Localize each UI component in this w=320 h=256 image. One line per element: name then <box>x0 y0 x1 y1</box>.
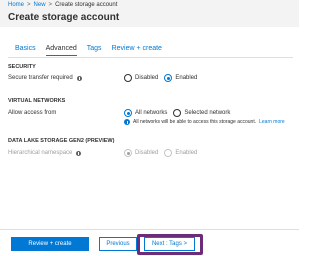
hierarchical-namespace-radio-group: Disabled Enabled <box>124 149 197 157</box>
note-text: All networks will be able to access this… <box>133 119 257 125</box>
secure-transfer-radio-group: Disabled Enabled <box>124 74 197 82</box>
radio-circle-icon <box>124 74 132 82</box>
hierarchical-namespace-label: Hierarchical namespace <box>8 150 82 156</box>
radio-label: Disabled <box>135 150 159 156</box>
secure-transfer-disabled-radio[interactable]: Disabled <box>124 74 158 82</box>
tab-tags[interactable]: Tags <box>87 45 102 56</box>
allow-access-radio-group: All networks Selected network <box>124 109 230 117</box>
tabs-divider <box>8 57 293 58</box>
hierarchical-namespace-label-text: Hierarchical namespace <box>8 150 73 156</box>
radio-selected-icon <box>164 74 173 82</box>
radio-label: Disabled <box>135 75 159 81</box>
radio-label: Enabled <box>175 75 198 81</box>
review-create-button[interactable]: Review + create <box>11 237 89 251</box>
breadcrumb-home-link[interactable]: Home <box>8 2 24 8</box>
info-icon <box>124 119 130 125</box>
breadcrumb-separator: > <box>48 2 53 8</box>
radio-circle-icon <box>164 149 173 157</box>
info-icon[interactable] <box>76 150 82 156</box>
allow-access-label: Allow access from <box>8 110 56 116</box>
secure-transfer-label: Secure transfer required <box>8 75 82 81</box>
breadcrumb-new-link[interactable]: New <box>34 2 46 8</box>
radio-label: Selected network <box>184 110 231 116</box>
info-icon[interactable] <box>76 75 82 81</box>
page-header: Home > New > Create storage account Crea… <box>0 0 299 27</box>
page-title: Create storage account <box>8 12 120 23</box>
tab-review-create[interactable]: Review + create <box>112 45 162 56</box>
learn-more-link[interactable]: Learn more <box>259 119 285 125</box>
radio-selected-icon <box>124 149 132 157</box>
data-lake-section-title: DATA LAKE STORAGE GEN2 (PREVIEW) <box>8 138 115 144</box>
breadcrumb-separator: > <box>27 2 31 8</box>
radio-label: All networks <box>135 110 168 116</box>
virtual-networks-section-title: VIRTUAL NETWORKS <box>8 98 66 104</box>
all-networks-note: All networks will be able to access this… <box>124 119 285 125</box>
previous-button[interactable]: Previous <box>99 237 137 251</box>
all-networks-radio[interactable]: All networks <box>124 109 167 117</box>
tab-advanced[interactable]: Advanced <box>45 45 77 56</box>
highlight-box <box>137 234 203 255</box>
secure-transfer-enabled-radio[interactable]: Enabled <box>164 74 197 82</box>
radio-label: Enabled <box>175 150 198 156</box>
radio-circle-icon <box>173 109 182 117</box>
radio-selected-icon <box>124 109 132 117</box>
selected-network-radio[interactable]: Selected network <box>173 109 230 117</box>
hierarchical-disabled-radio: Disabled <box>124 149 158 157</box>
tab-basics[interactable]: Basics <box>15 45 36 56</box>
breadcrumb-current: Create storage account <box>55 2 118 8</box>
security-section-title: SECURITY <box>8 64 36 70</box>
breadcrumb: Home > New > Create storage account <box>8 2 117 8</box>
footer-divider <box>0 229 299 230</box>
secure-transfer-label-text: Secure transfer required <box>8 75 73 81</box>
tab-bar: Basics Advanced Tags Review + create <box>15 45 162 56</box>
allow-access-label-text: Allow access from <box>8 110 57 116</box>
hierarchical-enabled-radio: Enabled <box>164 149 197 157</box>
